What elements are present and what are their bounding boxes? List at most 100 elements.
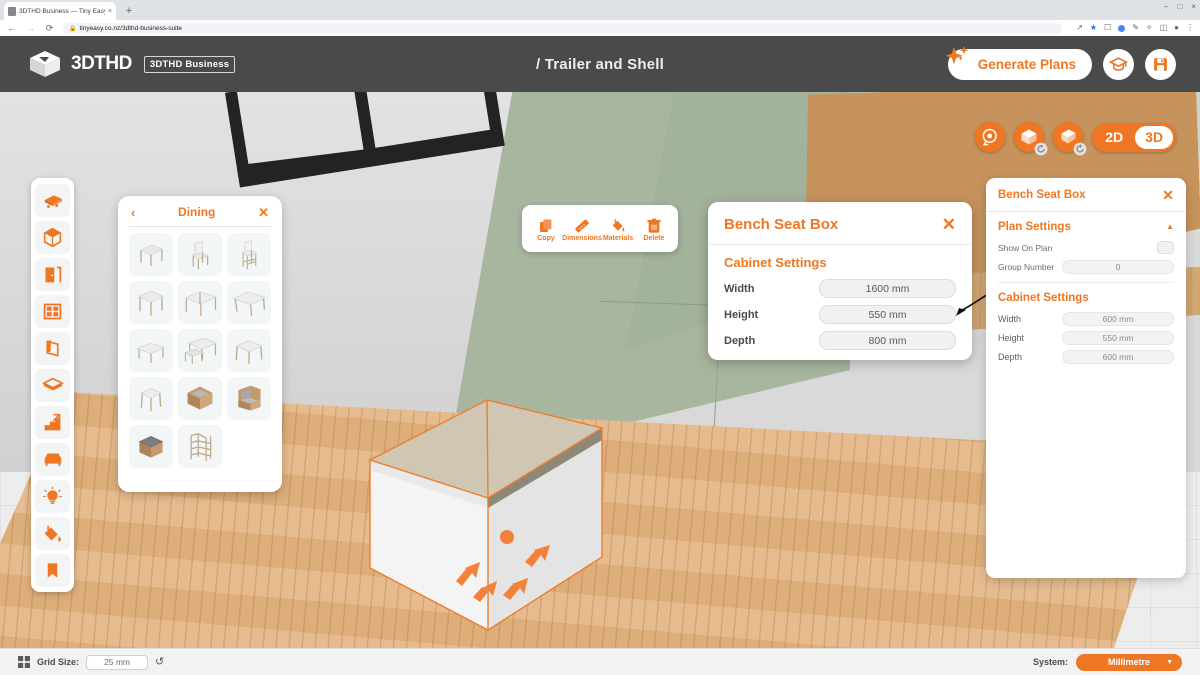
catalog-item-table-small[interactable] — [129, 233, 173, 276]
profile-icon[interactable]: ● — [1174, 24, 1179, 32]
cabinet-height-input[interactable]: 550 mm — [1062, 331, 1174, 345]
cabinet-height-label: Height — [998, 333, 1025, 343]
reload-button[interactable]: ⟳ — [44, 23, 55, 33]
sidebar-item-trailer[interactable] — [35, 183, 70, 217]
context-delete-button[interactable]: Delete — [636, 218, 672, 242]
view-2d-option[interactable]: 2D — [1095, 126, 1133, 149]
sidebar-item-door[interactable] — [35, 257, 70, 291]
booth-icon — [238, 385, 261, 411]
url-text: tinyeasy.co.nz/3dthd-business-suite — [79, 24, 182, 32]
selected-object-bench-seat-box[interactable] — [352, 382, 622, 642]
sidebar-item-floor[interactable] — [35, 368, 70, 402]
catalog-item-bench[interactable] — [129, 329, 173, 372]
catalog-item-rect-table[interactable] — [227, 281, 271, 324]
close-icon[interactable]: ✕ — [942, 216, 956, 233]
sidebar-item-bookmarks[interactable] — [35, 553, 70, 587]
catalog-item-dining-chair[interactable] — [178, 233, 222, 276]
tutorial-button[interactable] — [1103, 48, 1134, 80]
brand[interactable]: 3DTHD 3DTHD Business — [28, 49, 236, 79]
menu-icon[interactable]: ⋮ — [1186, 24, 1194, 32]
close-icon[interactable]: ✕ — [258, 206, 269, 219]
window-controls: – □ × — [1164, 3, 1196, 11]
sidebar-item-lighting[interactable] — [35, 479, 70, 513]
bench-icon — [136, 342, 166, 363]
new-tab-button[interactable]: + — [122, 4, 136, 18]
catalog-item-table-with-bench[interactable] — [178, 329, 222, 372]
copy-icon — [540, 219, 552, 232]
close-icon[interactable]: ✕ — [1162, 188, 1174, 202]
width-input[interactable]: 1600 mm — [819, 279, 956, 298]
color-dot-icon[interactable] — [1118, 24, 1126, 32]
puzzle-icon[interactable]: ✧ — [1146, 24, 1153, 32]
cabinet-height-row: Height 550 mm — [998, 331, 1174, 345]
catalog-item-bench-seat-box[interactable] — [129, 425, 173, 468]
plan-settings-title: Plan Settings — [998, 221, 1071, 233]
height-input[interactable]: 550 mm — [819, 305, 956, 324]
catalog-item-dining-table[interactable] — [227, 329, 271, 372]
browser-tab[interactable]: 3DTHD Business — Tiny Easy - T × — [4, 2, 116, 20]
stairs-icon — [44, 413, 61, 430]
camera-view-button[interactable] — [1014, 122, 1048, 156]
table-icon — [138, 290, 164, 316]
bench-dialog-header: Bench Seat Box ✕ — [708, 202, 972, 245]
tape-measure-icon — [982, 128, 997, 145]
address-bar[interactable]: 🔒 tinyeasy.co.nz/3dthd-business-suite — [63, 22, 1063, 34]
system-units-select[interactable]: Millimetre ▼ — [1076, 653, 1182, 671]
header-actions: Generate Plans — [945, 45, 1176, 80]
window-minimize-button[interactable]: – — [1164, 3, 1168, 11]
camera-icon[interactable]: ☐ — [1104, 24, 1111, 32]
refresh-badge-icon — [1034, 142, 1048, 156]
catalog-item-console-table[interactable] — [178, 281, 222, 324]
context-copy-button[interactable]: Copy — [528, 218, 564, 242]
sidebar-item-furniture[interactable] — [35, 442, 70, 476]
catalog-item-side-table[interactable] — [129, 377, 173, 420]
sidebar-icon[interactable]: ◫ — [1160, 24, 1168, 32]
save-button[interactable] — [1145, 48, 1176, 80]
group-number-input[interactable]: 0 — [1062, 260, 1174, 274]
url-bar-row: ← → ⟳ 🔒 tinyeasy.co.nz/3dthd-business-su… — [0, 20, 1200, 36]
context-dimensions-button[interactable]: Dimensions — [562, 218, 602, 242]
window-maximize-button[interactable]: □ — [1177, 3, 1182, 11]
pen-icon[interactable]: ✎ — [1132, 24, 1139, 32]
context-materials-button[interactable]: Materials — [600, 218, 636, 242]
plan-settings-section-header[interactable]: Plan Settings ▲ — [998, 221, 1174, 233]
back-button[interactable]: ← — [6, 23, 17, 33]
sidebar-item-shell[interactable] — [35, 220, 70, 254]
context-copy-label: Copy — [537, 235, 555, 242]
chevron-up-icon[interactable]: ▲ — [1166, 223, 1174, 231]
view-3d-option[interactable]: 3D — [1135, 125, 1173, 149]
catalog-item-bar-stool[interactable] — [227, 233, 271, 276]
catalog-item-corner-bench-seat[interactable] — [178, 377, 222, 420]
status-bar: Grid Size: 25 mm ↺ System: Millimetre ▼ — [0, 648, 1200, 675]
cabinet-depth-input[interactable]: 600 mm — [1062, 350, 1174, 364]
object-context-toolbar: Copy Dimensions Materials Delete — [522, 205, 678, 252]
grid-size-input[interactable]: 25 mm — [86, 654, 149, 670]
share-icon[interactable]: ↗ — [1076, 24, 1083, 32]
catalog-item-booth-seat[interactable] — [227, 377, 271, 420]
generate-plans-button[interactable]: Generate Plans — [945, 45, 1092, 80]
reset-icon[interactable]: ↺ — [155, 656, 164, 668]
catalog-item-square-table[interactable] — [129, 281, 173, 324]
chevron-left-icon[interactable]: ‹ — [131, 206, 135, 219]
view-mode-toggle[interactable]: 2D 3D — [1092, 122, 1176, 152]
cabinet-settings-section-header[interactable]: Cabinet Settings — [998, 292, 1174, 304]
refresh-badge-icon — [1073, 142, 1087, 156]
window-close-button[interactable]: × — [1191, 3, 1196, 11]
sidebar-item-stairs[interactable] — [35, 405, 70, 439]
star-icon[interactable]: ★ — [1090, 24, 1097, 32]
cabinet-width-input[interactable]: 600 mm — [1062, 312, 1174, 326]
trailer-icon — [44, 195, 62, 208]
forward-button[interactable]: → — [25, 23, 36, 33]
bookmark-icon — [47, 562, 58, 578]
catalog-item-high-chair[interactable] — [178, 425, 222, 468]
measure-tool-button[interactable] — [975, 122, 1006, 152]
depth-input[interactable]: 800 mm — [819, 331, 956, 350]
app-root: 3DTHD Business — Tiny Easy - T × + – □ ×… — [0, 0, 1200, 675]
section-view-button[interactable] — [1053, 122, 1087, 156]
tab-close-icon[interactable]: × — [108, 8, 112, 15]
show-on-plan-checkbox[interactable] — [1157, 241, 1174, 254]
cube-icon — [43, 227, 62, 247]
sidebar-item-materials[interactable] — [35, 516, 70, 550]
sidebar-item-window[interactable] — [35, 294, 70, 328]
sidebar-item-wall[interactable] — [35, 331, 70, 365]
